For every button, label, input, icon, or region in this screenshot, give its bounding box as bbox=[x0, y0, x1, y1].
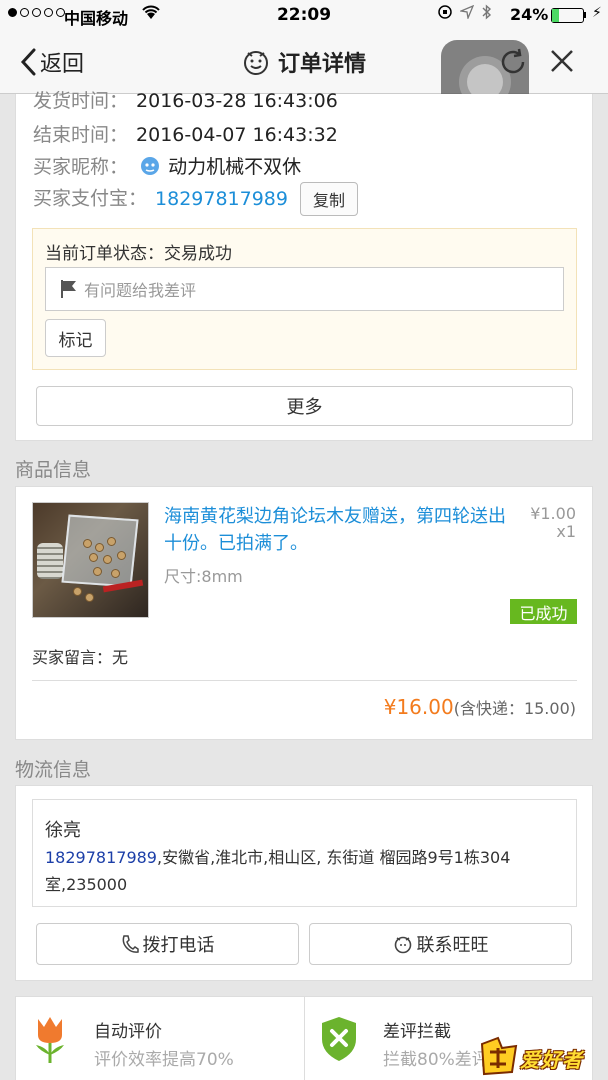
ship-time-row: 发货时间： 2016-03-28 16:43:06 bbox=[33, 90, 338, 112]
taobao-face-icon bbox=[243, 51, 268, 75]
recipient-name: 徐亮 bbox=[45, 820, 81, 841]
address-box: 徐亮 18297817989,安徽省,淮北市,相山区, 东街道 榴园路9号1栋3… bbox=[32, 799, 577, 907]
recipient-phone[interactable]: 18297817989 bbox=[45, 848, 157, 867]
product-thumbnail[interactable] bbox=[32, 502, 149, 618]
shipping-fee: (含快递：15.00) bbox=[453, 699, 576, 718]
end-time-row: 结束时间： 2016-04-07 16:43:32 bbox=[33, 124, 338, 146]
tulip-icon bbox=[30, 1015, 70, 1069]
flag-icon bbox=[61, 280, 76, 298]
contact-wangwang-button[interactable]: 联系旺旺 bbox=[309, 923, 572, 965]
buyer-avatar-icon bbox=[141, 157, 160, 175]
buyer-message: 买家留言：无 bbox=[32, 648, 129, 667]
logistics-card: 徐亮 18297817989,安徽省,淮北市,相山区, 东街道 榴园路9号1栋3… bbox=[15, 785, 593, 981]
recipient-address: 18297817989,安徽省,淮北市,相山区, 东街道 榴园路9号1栋304室… bbox=[45, 848, 511, 894]
mark-button[interactable]: 标记 bbox=[45, 319, 106, 357]
refresh-icon[interactable] bbox=[498, 47, 528, 81]
location-icon bbox=[458, 4, 475, 23]
product-card: 海南黄花梨边角论坛木友赠送，第四轮送出十份。已拍满了。 尺寸:8mm ¥1.00… bbox=[15, 486, 593, 740]
product-spec: 尺寸:8mm bbox=[164, 567, 243, 586]
product-price: ¥1.00 x1 bbox=[530, 504, 576, 541]
buyer-alipay-account[interactable]: 18297817989 bbox=[155, 188, 288, 210]
battery-icon bbox=[551, 8, 584, 23]
watermark-logo: 爱好者 bbox=[476, 1036, 604, 1078]
total-amount: ¥16.00 bbox=[383, 695, 454, 719]
product-section-title: 商品信息 bbox=[15, 459, 92, 481]
shield-icon bbox=[319, 1015, 359, 1067]
order-total: ¥16.00(含快递：15.00) bbox=[384, 695, 576, 719]
copy-button[interactable]: 复制 bbox=[300, 182, 359, 216]
product-quantity: x1 bbox=[556, 522, 576, 541]
order-status-box: 当前订单状态：交易成功 有问题给我差评 标记 bbox=[32, 228, 577, 370]
status-badge: 已成功 bbox=[510, 599, 577, 624]
more-button[interactable]: 更多 bbox=[36, 386, 573, 426]
complaint-input[interactable]: 有问题给我差评 bbox=[45, 267, 564, 311]
call-button[interactable]: 拨打电话 bbox=[36, 923, 299, 965]
order-status-text: 当前订单状态：交易成功 bbox=[45, 244, 232, 264]
navigation-bar: 返回 订单详情 bbox=[0, 32, 608, 122]
logistics-section-title: 物流信息 bbox=[15, 759, 92, 781]
buyer-alipay-row: 买家支付宝： 18297817989 复制 bbox=[33, 182, 359, 216]
orientation-lock-icon bbox=[438, 5, 452, 23]
bluetooth-icon bbox=[482, 4, 492, 24]
buyer-nick-row: 买家昵称： 动力机械不双休 bbox=[33, 156, 302, 178]
close-icon[interactable] bbox=[548, 47, 576, 79]
auto-review-tile[interactable]: 自动评价 评价效率提高70% bbox=[16, 997, 305, 1080]
product-name-link[interactable]: 海南黄花梨边角论坛木友赠送，第四轮送出十份。已拍满了。 bbox=[164, 503, 514, 557]
phone-icon bbox=[122, 935, 139, 953]
order-info-card: 发货时间： 2016-03-28 16:43:06 结束时间： 2016-04-07… bbox=[15, 90, 593, 441]
wangwang-icon bbox=[394, 936, 411, 954]
charging-icon: ⚡ bbox=[592, 5, 602, 21]
battery-percentage: 24% bbox=[510, 5, 549, 24]
divider bbox=[32, 680, 577, 681]
status-bar: 中国移动 22:09 24% ⚡ bbox=[0, 0, 608, 32]
